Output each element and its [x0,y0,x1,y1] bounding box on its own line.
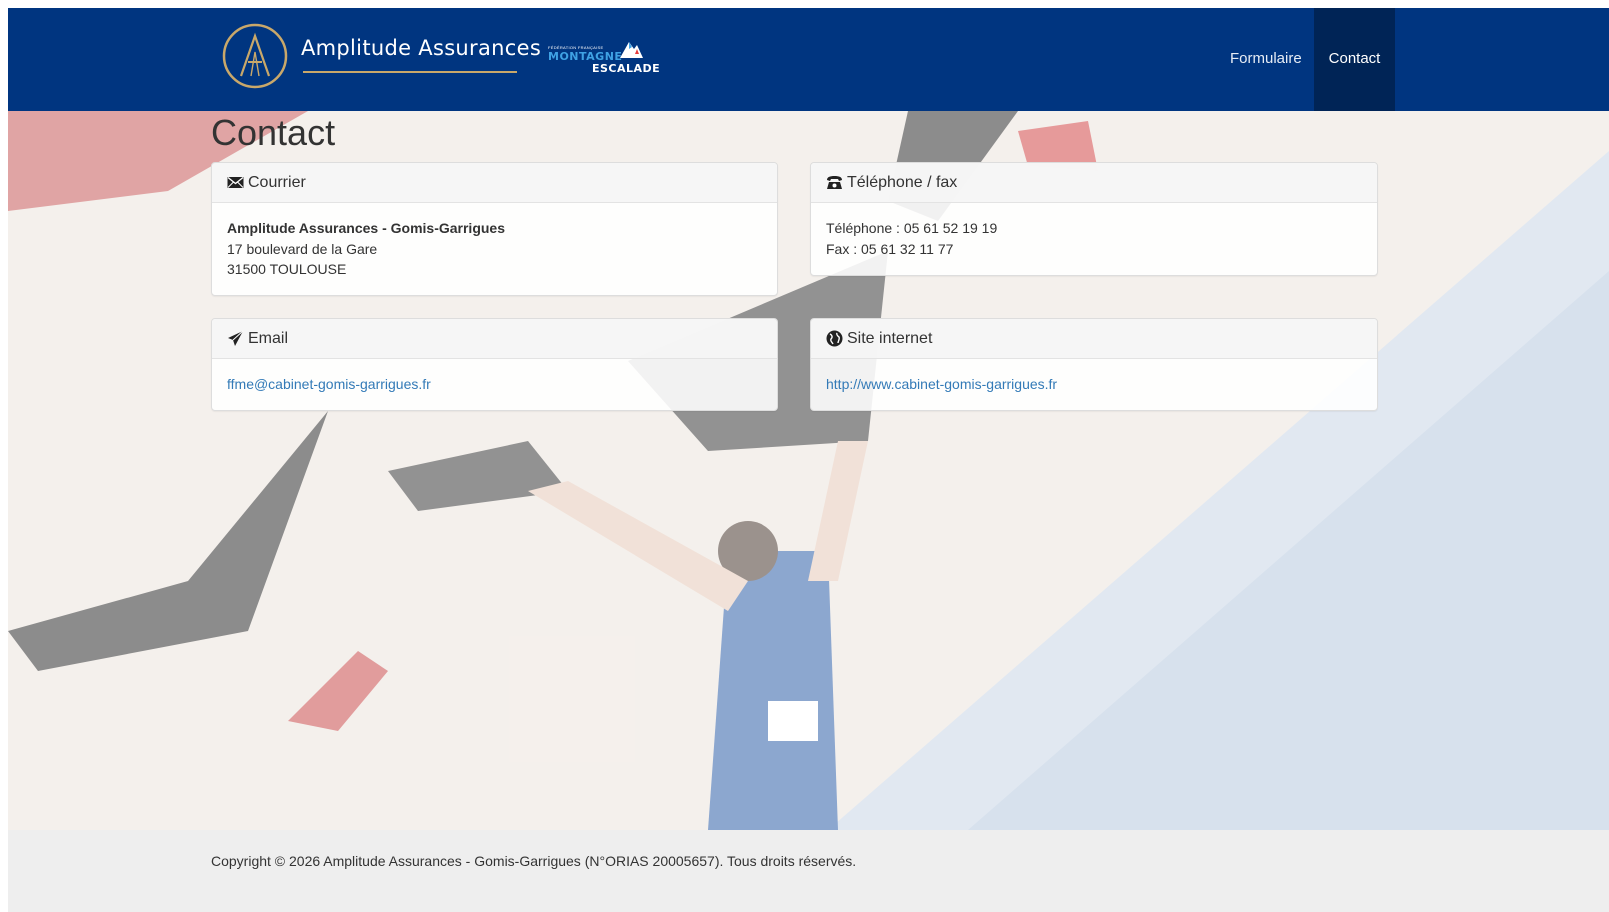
address-company: Amplitude Assurances - Gomis-Garrigues [227,220,505,236]
footer: Copyright © 2026 Amplitude Assurances - … [8,830,1609,912]
email-link[interactable]: ffme@cabinet-gomis-garrigues.fr [227,376,431,392]
panel-body-courrier: Amplitude Assurances - Gomis-Garrigues 1… [212,203,777,295]
phone-number: Téléphone : 05 61 52 19 19 [826,220,998,236]
fax-number: Fax : 05 61 32 11 77 [826,240,954,257]
copyright-text: Copyright © 2026 Amplitude Assurances - … [211,853,857,869]
panel-heading-telephone: Téléphone / fax [811,163,1377,203]
envelope-icon [227,174,244,191]
panel-heading-courrier: Courrier [212,163,777,203]
send-icon [227,330,244,347]
page: Amplitude Assurances FÉDÉRATION FRANÇAIS… [8,8,1609,912]
ffme-logo[interactable]: FÉDÉRATION FRANÇAISE MONTAGNE ESCALADE [548,38,678,78]
panel-email: Email ffme@cabinet-gomis-garrigues.fr [211,318,778,411]
panel-title-courrier: Courrier [248,173,306,191]
address-street: 17 boulevard de la Gare [227,240,378,257]
globe-icon [826,330,843,347]
panel-telephone: Téléphone / fax Téléphone : 05 61 52 19 … [810,162,1378,276]
ffme-logo-escalade: ESCALADE [592,62,661,75]
nav-formulaire[interactable]: Formulaire [1215,8,1317,111]
panel-title-site: Site internet [847,329,933,347]
panel-heading-site: Site internet [811,319,1377,359]
panel-body-email: ffme@cabinet-gomis-garrigues.fr [212,359,777,410]
amplitude-logo-icon [222,23,288,89]
nav-contact[interactable]: Contact [1314,8,1395,111]
address-city: 31500 TOULOUSE [227,261,347,277]
mountain-icon [620,42,643,58]
brand-name: Amplitude Assurances [301,36,542,60]
panel-title-email: Email [248,329,289,347]
panel-courrier: Courrier Amplitude Assurances - Gomis-Ga… [211,162,778,296]
phone-icon [826,174,843,191]
panel-title-telephone: Téléphone / fax [847,173,958,191]
brand-underline [303,71,517,73]
website-link[interactable]: http://www.cabinet-gomis-garrigues.fr [826,376,1057,392]
panel-heading-email: Email [212,319,777,359]
brand-logo[interactable]: Amplitude Assurances [221,22,541,92]
page-title: Contact [211,112,336,153]
navbar: Amplitude Assurances FÉDÉRATION FRANÇAIS… [8,8,1609,111]
panel-body-telephone: Téléphone : 05 61 52 19 19 Fax : 05 61 3… [811,203,1377,274]
panel-body-site: http://www.cabinet-gomis-garrigues.fr [811,359,1377,410]
panel-site-internet: Site internet http://www.cabinet-gomis-g… [810,318,1378,411]
